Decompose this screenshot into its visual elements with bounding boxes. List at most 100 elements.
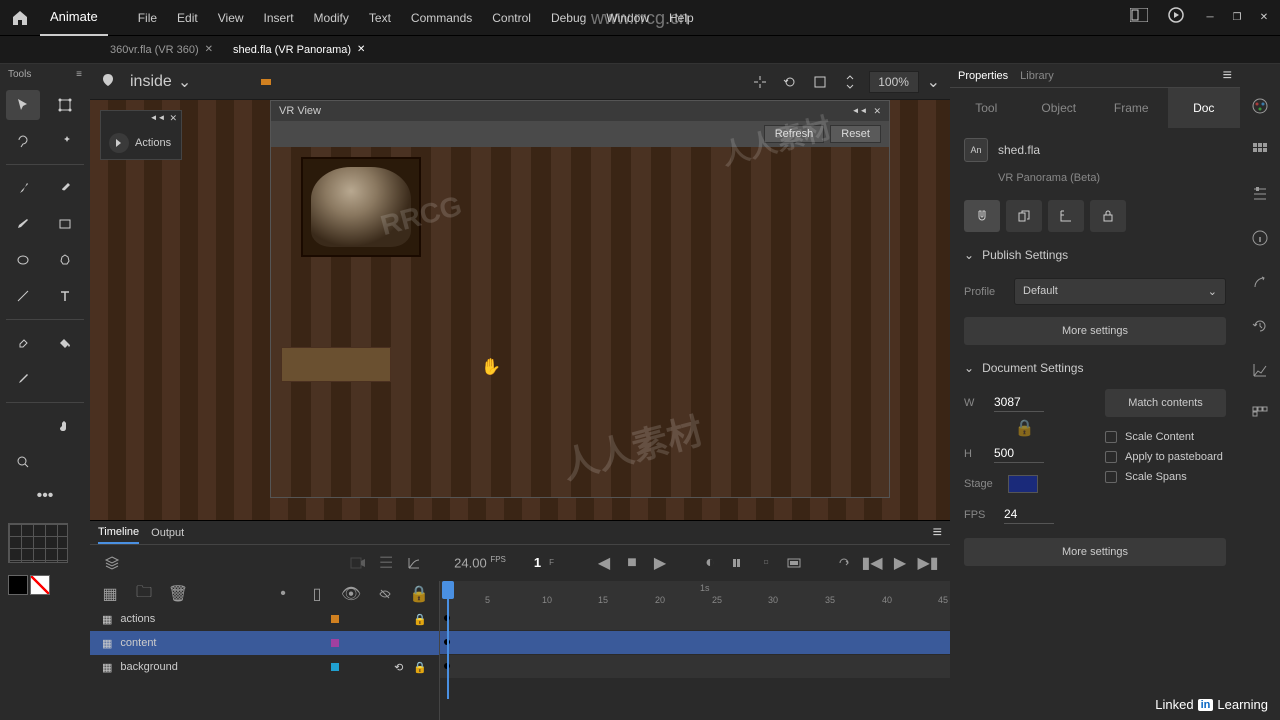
fps-input[interactable] <box>1004 505 1054 524</box>
doc-tab-1[interactable]: 360vr.fla (VR 360)✕ <box>100 36 223 64</box>
outline-icon[interactable]: ▯ <box>309 586 325 602</box>
selection-tool[interactable] <box>6 90 40 120</box>
panel-menu-icon[interactable]: ≡ <box>1223 67 1232 85</box>
more-settings-button[interactable]: More settings <box>964 317 1226 345</box>
lasso-tool[interactable] <box>6 126 40 156</box>
add-layer-icon[interactable]: ▦ <box>102 586 118 602</box>
zoom-stepper[interactable] <box>839 71 861 93</box>
vr-viewport[interactable]: ✋ <box>271 147 889 497</box>
publish-settings-header[interactable]: ⌄ Publish Settings <box>950 238 1240 272</box>
menu-control[interactable]: Control <box>482 11 541 25</box>
info-icon[interactable] <box>1248 226 1272 250</box>
layer-row-content[interactable]: ▦ content <box>90 631 439 655</box>
ruler-icon[interactable] <box>1048 200 1084 232</box>
subtab-object[interactable]: Object <box>1023 88 1096 128</box>
graph-icon[interactable] <box>1248 358 1272 382</box>
link-icon[interactable]: ⟲ <box>394 661 403 674</box>
layer-depth-icon[interactable]: ☰ <box>376 553 396 573</box>
step-forward-icon[interactable]: ▶ <box>650 553 670 573</box>
highlight-icon[interactable]: • <box>275 586 291 602</box>
timeline-frames[interactable]: 1s 2s 5 10 15 20 25 30 35 40 45 50 <box>440 581 950 720</box>
close-icon[interactable]: ✕ <box>205 44 213 55</box>
folder-icon[interactable]: 🗀 <box>136 586 152 602</box>
stage-color[interactable] <box>1008 475 1038 493</box>
onion-skin-icon[interactable]: ◐ <box>700 553 720 573</box>
scene-selector[interactable]: inside ⌄ <box>130 72 191 92</box>
camera-icon[interactable] <box>348 553 368 573</box>
scale-content-checkbox[interactable]: Scale Content <box>1105 427 1226 447</box>
menu-modify[interactable]: Modify <box>304 11 359 25</box>
visibility-off-icon[interactable] <box>377 586 393 602</box>
rotate-icon[interactable] <box>779 71 801 93</box>
menu-commands[interactable]: Commands <box>401 11 482 25</box>
lock-icon[interactable]: 🔒 <box>413 661 427 674</box>
subtab-doc[interactable]: Doc <box>1168 88 1241 128</box>
doc-tab-2[interactable]: shed.fla (VR Panorama)✕ <box>223 36 375 64</box>
document-settings-header[interactable]: ⌄ Document Settings <box>950 351 1240 385</box>
panel-menu-icon[interactable]: ≡ <box>933 524 942 542</box>
fps-value[interactable]: 24.00 <box>454 556 487 571</box>
menu-insert[interactable]: Insert <box>254 11 304 25</box>
visibility-icon[interactable]: 👁 <box>343 586 359 602</box>
subtab-frame[interactable]: Frame <box>1095 88 1168 128</box>
actions-panel[interactable]: ◄◄✕ Actions <box>100 110 182 160</box>
scene-icon[interactable] <box>100 72 120 92</box>
onion-skin-preview[interactable] <box>8 523 82 563</box>
clip-icon[interactable] <box>809 71 831 93</box>
layer-color[interactable] <box>331 615 339 623</box>
close-icon[interactable]: ✕ <box>357 44 365 55</box>
prev-keyframe-icon[interactable]: ▮◀ <box>862 553 882 573</box>
menu-help[interactable]: Help <box>659 11 704 25</box>
lock-icon[interactable]: 🔒 <box>413 613 427 626</box>
width-input[interactable] <box>994 393 1044 412</box>
align-icon[interactable] <box>1248 182 1272 206</box>
profile-select[interactable]: Default⌄ <box>1014 278 1226 305</box>
loop-icon[interactable] <box>834 553 854 573</box>
play-icon[interactable] <box>1168 7 1184 28</box>
collapse-icon[interactable]: ◄◄ <box>852 106 868 117</box>
zoom-tool[interactable] <box>6 447 40 477</box>
transform-icon[interactable] <box>1248 270 1272 294</box>
workspace-icon[interactable] <box>1130 8 1148 27</box>
minimize-button[interactable]: ─ <box>1204 12 1216 24</box>
reset-button[interactable]: Reset <box>830 125 881 143</box>
collapse-icon[interactable]: ◄◄ <box>150 113 166 125</box>
layer-row-actions[interactable]: ▦ actions 🔒 <box>90 607 439 631</box>
apply-pasteboard-checkbox[interactable]: Apply to pasteboard <box>1105 447 1226 467</box>
frame-view-icon[interactable] <box>784 553 804 573</box>
menu-window[interactable]: Window <box>596 11 659 25</box>
next-keyframe-icon[interactable]: ▶▮ <box>918 553 938 573</box>
rectangle-tool[interactable] <box>48 209 82 239</box>
refresh-button[interactable]: Refresh <box>764 125 825 143</box>
paint-bucket-tool[interactable] <box>48 328 82 358</box>
tab-output[interactable]: Output <box>151 523 184 543</box>
edit-multiple-icon[interactable] <box>1006 200 1042 232</box>
step-back-icon[interactable]: ◀ <box>594 553 614 573</box>
stage-viewport[interactable]: ◄◄✕ Actions VR View ◄◄✕ Refresh Reset <box>90 100 950 520</box>
menu-text[interactable]: Text <box>359 11 401 25</box>
layer-color[interactable] <box>331 639 339 647</box>
playhead[interactable] <box>442 581 454 720</box>
magic-wand-tool[interactable] <box>48 126 82 156</box>
center-stage-icon[interactable] <box>749 71 771 93</box>
brush-tool[interactable] <box>6 173 40 203</box>
swatches-icon[interactable] <box>1248 138 1272 162</box>
menu-debug[interactable]: Debug <box>541 11 596 25</box>
delete-layer-icon[interactable]: 🗑 <box>170 586 186 602</box>
play-icon[interactable]: ▶ <box>890 553 910 573</box>
chevron-down-icon[interactable]: ⌄ <box>927 72 940 92</box>
lock-icon[interactable]: 🔒 <box>411 586 427 602</box>
close-icon[interactable]: ✕ <box>169 113 177 125</box>
tab-properties[interactable]: Properties <box>958 66 1008 86</box>
layer-color[interactable] <box>331 663 339 671</box>
line-tool[interactable] <box>6 281 40 311</box>
close-icon[interactable]: ✕ <box>873 106 881 117</box>
polystar-tool[interactable] <box>48 245 82 275</box>
eyedropper-tool[interactable] <box>6 364 40 394</box>
match-contents-button[interactable]: Match contents <box>1105 389 1226 417</box>
lock-icon[interactable] <box>1090 200 1126 232</box>
close-button[interactable]: ✕ <box>1258 12 1270 24</box>
oval-tool[interactable] <box>6 245 40 275</box>
zoom-input[interactable]: 100% <box>869 71 919 93</box>
history-icon[interactable] <box>1248 314 1272 338</box>
